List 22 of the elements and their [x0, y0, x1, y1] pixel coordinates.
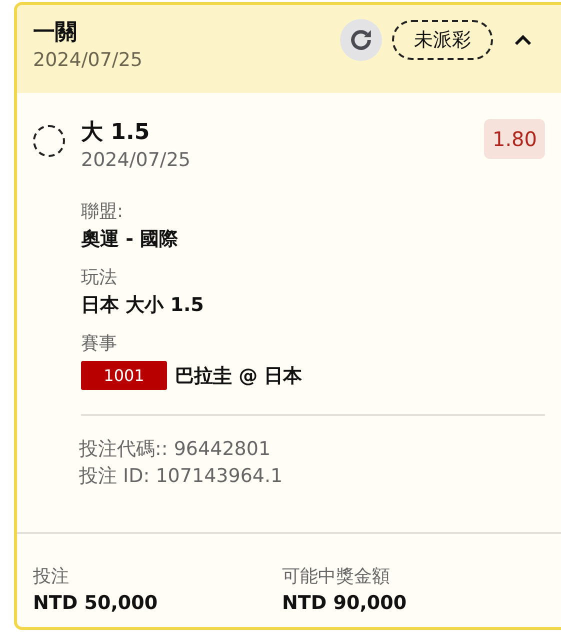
refresh-button[interactable]: [340, 19, 382, 61]
odds-badge: 1.80: [484, 119, 545, 159]
selection-name: 大 1.5: [81, 119, 151, 147]
detail-value: 奧運 - 國際: [81, 227, 180, 252]
detail-label: 玩法: [81, 266, 118, 290]
detail-label: 聯盟:: [81, 200, 124, 224]
bet-info: 投注 ID: 107143964.1: [79, 464, 284, 489]
summary-label: 可能中獎金額: [282, 565, 391, 589]
selection-date: 2024/07/25: [81, 148, 191, 173]
status-badge: 未派彩: [392, 20, 493, 60]
bet-type: 一關: [33, 19, 78, 47]
pending-icon: [33, 125, 65, 157]
summary-label: 投注: [33, 565, 70, 589]
detail-label: 賽事: [81, 332, 118, 356]
caret-icon: [513, 33, 533, 47]
summary-value: NTD 50,000: [33, 591, 159, 616]
summary-value: NTD 90,000: [282, 591, 408, 616]
bet-info: 投注代碼:: 96442801: [79, 437, 272, 462]
detail-value: 日本 大小 1.5: [81, 293, 205, 318]
event-code: 1001: [81, 361, 167, 390]
detail-value: 巴拉圭 @ 日本: [175, 364, 302, 388]
bet-date: 2024/07/25: [33, 48, 143, 73]
